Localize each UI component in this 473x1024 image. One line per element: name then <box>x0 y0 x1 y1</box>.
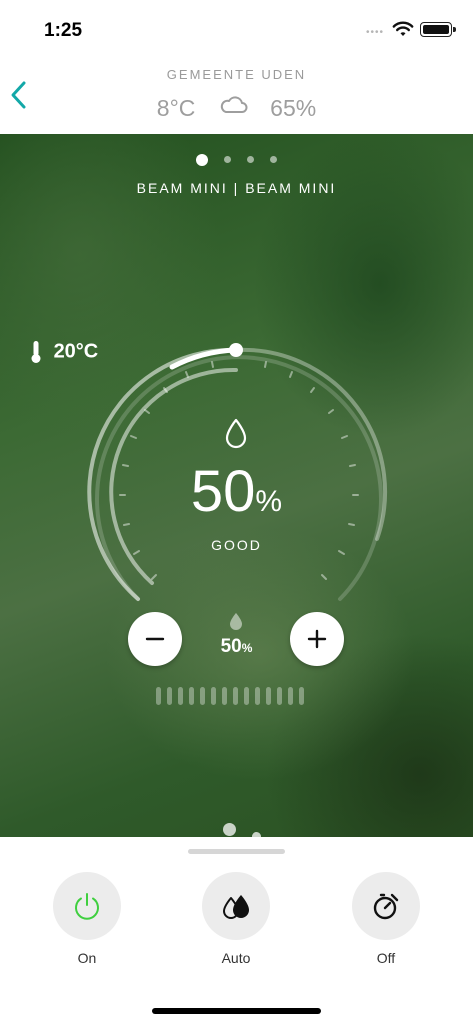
target-humidity-value: 50 <box>220 636 242 657</box>
fan-level-bar[interactable] <box>222 687 227 705</box>
humidity-readout: 50% <box>0 458 473 525</box>
fan-level-bar[interactable] <box>200 687 205 705</box>
timer-icon <box>373 893 399 920</box>
fan-level-bar[interactable] <box>288 687 293 705</box>
fan-level-bar[interactable] <box>255 687 260 705</box>
target-humidity-unit: % <box>241 641 253 655</box>
page-dot-active[interactable] <box>196 153 208 166</box>
status-bar: 1:25 •••• <box>0 0 473 56</box>
location-name: GEMEENTE UDEN <box>166 67 307 82</box>
on-button[interactable]: On <box>53 872 121 966</box>
fan-level-bar[interactable] <box>167 687 172 705</box>
drops-icon <box>223 895 249 919</box>
auto-label: Auto <box>221 950 251 966</box>
power-icon <box>75 893 99 920</box>
humidity-drop-icon <box>225 418 247 449</box>
fan-level-bar[interactable] <box>244 687 249 705</box>
outdoor-temperature: 8°C <box>156 95 196 122</box>
mode-sheet: On Auto Off <box>0 837 473 1024</box>
fan-level-bar[interactable] <box>299 687 304 705</box>
off-timer-button[interactable]: Off <box>352 872 420 966</box>
cellular-signal-icon: •••• <box>366 27 385 38</box>
page-dot[interactable] <box>224 156 231 164</box>
fan-level-bars[interactable] <box>156 687 304 705</box>
wifi-icon <box>392 21 414 36</box>
fan-level-bar[interactable] <box>189 687 194 705</box>
page-dot[interactable] <box>247 156 254 164</box>
device-control-panel: BEAM MINI | BEAM MINI 20°C 50% GOOD 50% <box>0 134 473 837</box>
plus-icon <box>307 629 327 649</box>
fan-level-bar[interactable] <box>178 687 183 705</box>
fan-level-bar[interactable] <box>211 687 216 705</box>
fan-level-bar[interactable] <box>233 687 238 705</box>
cloud-icon <box>220 96 248 113</box>
on-label: On <box>77 950 97 966</box>
target-humidity: 50% <box>0 636 473 658</box>
device-name: BEAM MINI | BEAM MINI <box>136 180 337 196</box>
location-header: GEMEENTE UDEN 8°C 65% <box>0 56 473 134</box>
page-dot[interactable] <box>270 156 277 164</box>
increase-button[interactable] <box>290 612 344 666</box>
off-label: Off <box>376 950 396 966</box>
fan-level-bar[interactable] <box>266 687 271 705</box>
off-button-circle[interactable] <box>352 872 420 940</box>
scroll-hint-dot <box>223 823 236 836</box>
fan-level-bar[interactable] <box>156 687 161 705</box>
auto-button-circle[interactable] <box>202 872 270 940</box>
weather-summary: 8°C 65% <box>0 94 473 122</box>
target-drop-icon <box>230 613 242 630</box>
humidity-status: GOOD <box>211 537 262 553</box>
sheet-drag-handle[interactable] <box>188 849 285 854</box>
on-button-circle[interactable] <box>53 872 121 940</box>
thermometer-icon <box>31 341 41 363</box>
home-indicator <box>152 1008 321 1014</box>
auto-button[interactable]: Auto <box>202 872 270 966</box>
fan-level-bar[interactable] <box>277 687 282 705</box>
humidity-value: 50 <box>190 459 256 524</box>
battery-icon <box>420 22 456 37</box>
humidity-unit: % <box>255 485 283 518</box>
dial-handle[interactable] <box>229 343 243 357</box>
page-indicator[interactable] <box>0 151 473 169</box>
outdoor-humidity: 65% <box>270 95 317 122</box>
status-time: 1:25 <box>44 20 83 41</box>
